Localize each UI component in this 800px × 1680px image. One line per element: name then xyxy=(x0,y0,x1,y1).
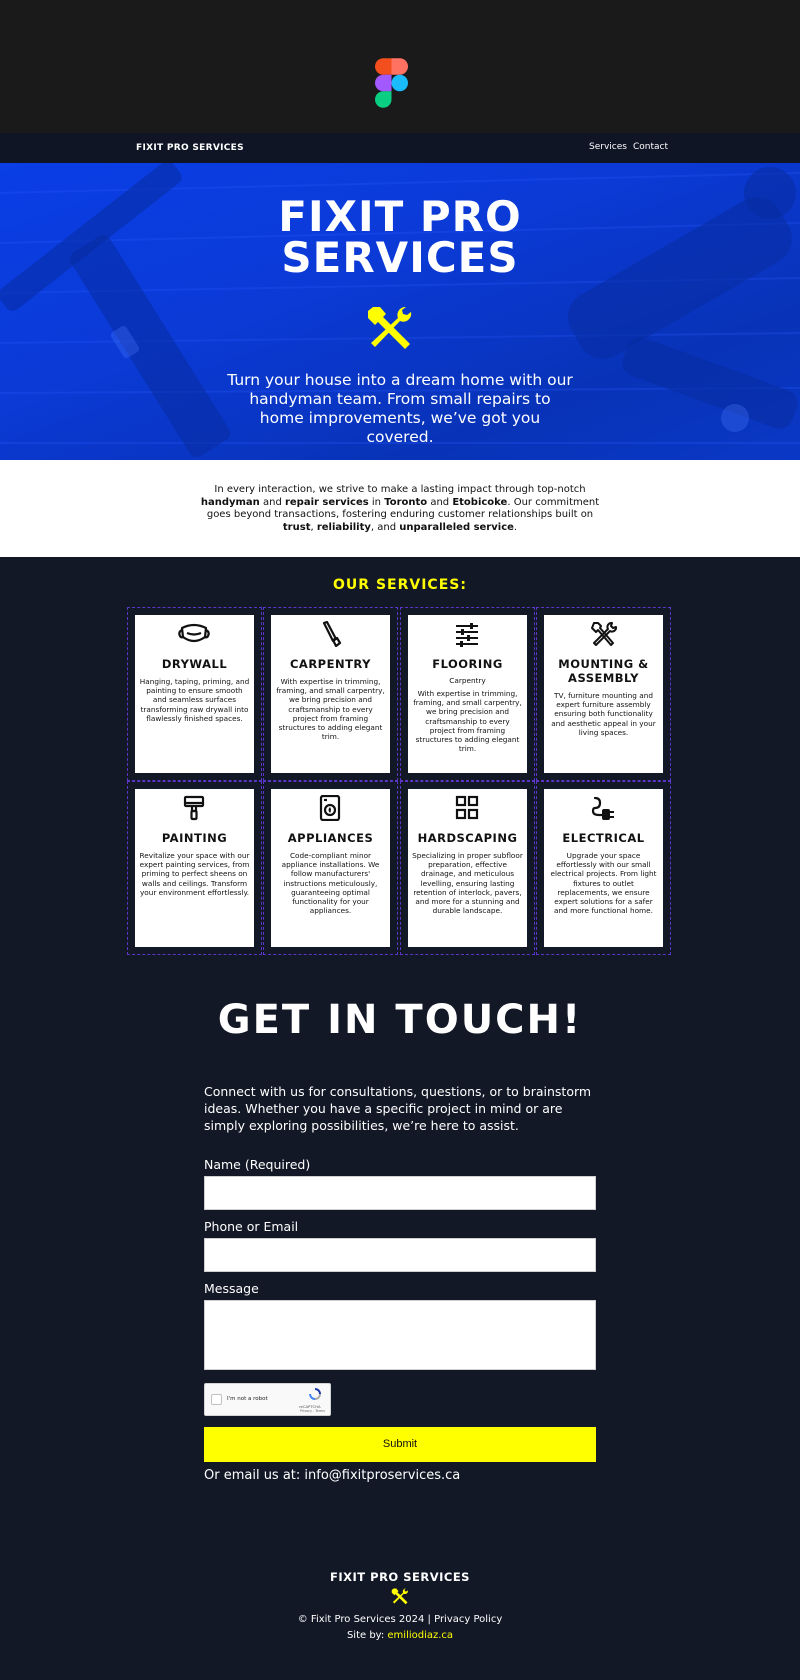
service-desc: Revitalize your space with our expert pa… xyxy=(139,851,250,897)
footer-credit-prefix: Site by: xyxy=(346,1630,388,1641)
footer-copyright: © Fixit Pro Services 2024 | Privacy Poli… xyxy=(297,1614,503,1625)
message-field[interactable] xyxy=(204,1300,596,1370)
service-cell-mounting: MOUNTING & ASSEMBLY TV, furniture mounti… xyxy=(536,607,671,781)
paint-roller-icon xyxy=(183,795,205,821)
service-cell-electrical: ELECTRICAL Upgrade your space effortless… xyxy=(536,781,671,955)
hero-subtitle: Turn your house into a dream home with o… xyxy=(227,371,573,446)
recaptcha-checkbox[interactable] xyxy=(211,1394,222,1405)
intro-section: In every interaction, we strive to make … xyxy=(0,460,800,557)
footer-credit: Site by: emiliodiaz.ca xyxy=(250,1630,550,1641)
sliders-icon xyxy=(456,623,478,647)
figma-logo-icon xyxy=(375,58,408,108)
phone-email-field[interactable] xyxy=(204,1238,596,1272)
washing-machine-icon xyxy=(319,795,341,821)
mask-icon xyxy=(178,623,210,643)
hammer-wrench-icon xyxy=(391,1588,408,1605)
submit-button[interactable]: Submit xyxy=(204,1427,596,1462)
service-desc: Specializing in proper subfloor preparat… xyxy=(412,851,523,916)
service-card: CARPENTRY With expertise in trimming, fr… xyxy=(271,615,390,773)
service-desc: Hanging, taping, priming, and painting t… xyxy=(139,677,250,723)
recaptcha-links[interactable]: Privacy - Terms xyxy=(300,1409,325,1413)
recaptcha-label: I'm not a robot xyxy=(227,1396,268,1402)
service-title: DRYWALL xyxy=(161,657,228,671)
service-subtitle: Carpentry xyxy=(449,676,486,685)
service-cell-drywall: DRYWALL Hanging, taping, priming, and pa… xyxy=(127,607,262,781)
service-title: MOUNTING & ASSEMBLY xyxy=(558,657,649,685)
footer-site-link[interactable]: emiliodiaz.ca xyxy=(387,1630,453,1641)
recaptcha-logo-icon xyxy=(309,1388,321,1400)
nav-link-contact[interactable]: Contact xyxy=(633,142,668,152)
plug-icon xyxy=(591,796,614,820)
service-desc: With expertise in trimming, framing, and… xyxy=(413,689,522,754)
contact-intro: Connect with us for consultations, quest… xyxy=(204,1084,592,1133)
service-card: DRYWALL Hanging, taping, priming, and pa… xyxy=(135,615,254,773)
service-desc: With expertise in trimming, framing, and… xyxy=(276,677,385,742)
contact-email-line: Or email us at: info@fixitproservices.ca xyxy=(204,1468,461,1483)
service-title: FLOORING xyxy=(432,657,503,671)
service-cell-appliances: APPLIANCES Code-compliant minor applianc… xyxy=(263,781,398,955)
service-cell-flooring: FLOORING Carpentry With expertise in tri… xyxy=(400,607,535,781)
service-card: MOUNTING & ASSEMBLY TV, furniture mounti… xyxy=(544,615,663,773)
service-title: ELECTRICAL xyxy=(562,831,645,845)
service-desc: Code-compliant minor appliance installat… xyxy=(281,851,380,916)
services-title: OUR SERVICES: xyxy=(333,577,467,593)
hero-title: FIXIT PRO SERVICES xyxy=(278,192,522,282)
grid-icon xyxy=(455,795,479,820)
service-card: FLOORING Carpentry With expertise in tri… xyxy=(408,615,527,773)
figma-header-bar xyxy=(0,0,800,133)
service-card: PAINTING Revitalize your space with our … xyxy=(135,789,254,947)
service-card: APPLIANCES Code-compliant minor applianc… xyxy=(271,789,390,947)
service-title: APPLIANCES xyxy=(287,831,374,845)
service-title: HARDSCAPING xyxy=(417,831,518,845)
navbar: FIXIT PRO SERVICES Services Contact xyxy=(0,133,800,163)
service-cell-hardscaping: HARDSCAPING Specializing in proper subfl… xyxy=(400,781,535,955)
intro-text: In every interaction, we strive to make … xyxy=(200,484,600,533)
hammer-wrench-icon xyxy=(368,306,412,349)
contact-title: GET IN TOUCH! xyxy=(217,997,583,1043)
name-label: Name (Required) xyxy=(204,1157,311,1172)
message-label: Message xyxy=(204,1281,259,1296)
nav-link-services[interactable]: Services xyxy=(589,142,627,152)
service-desc: TV, furniture mounting and expert furnit… xyxy=(551,691,656,737)
service-title: CARPENTRY xyxy=(289,657,371,671)
hammer-wrench-icon xyxy=(591,621,618,646)
service-cell-carpentry: CARPENTRY With expertise in trimming, fr… xyxy=(263,607,398,781)
name-field[interactable] xyxy=(204,1176,596,1210)
recaptcha-widget: I'm not a robot reCAPTCHA Privacy - Term… xyxy=(204,1383,331,1416)
phone-label: Phone or Email xyxy=(204,1219,299,1234)
nav-brand[interactable]: FIXIT PRO SERVICES xyxy=(136,143,244,153)
service-cell-painting: PAINTING Revitalize your space with our … xyxy=(127,781,262,955)
saw-icon xyxy=(322,621,342,647)
service-card: HARDSCAPING Specializing in proper subfl… xyxy=(408,789,527,947)
service-card: ELECTRICAL Upgrade your space effortless… xyxy=(544,789,663,947)
service-title: PAINTING xyxy=(161,831,228,845)
footer-brand: FIXIT PRO SERVICES xyxy=(330,1570,470,1584)
service-desc: Upgrade your space effortlessly with our… xyxy=(550,851,657,916)
